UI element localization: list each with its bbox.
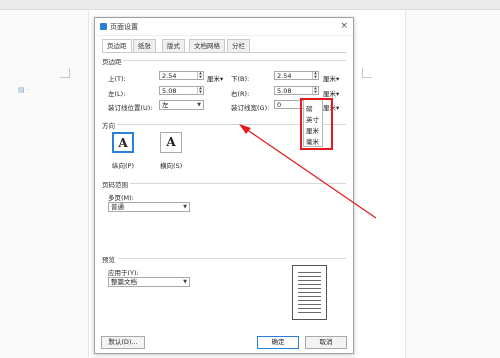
preview-line: [298, 300, 321, 301]
left-margin-value: 5.08: [162, 87, 177, 95]
apply-to-value: 整篇文档: [111, 278, 137, 286]
right-margin-label: 右(R):: [231, 90, 250, 98]
tab-margins[interactable]: 页边距: [102, 39, 132, 53]
unit-text: 厘米: [323, 90, 336, 98]
portrait-label: 纵向(P): [112, 162, 134, 170]
chevron-down-icon: ▼: [183, 204, 187, 210]
top-margin-value: 2.54: [162, 72, 177, 80]
tab-columns[interactable]: 分栏: [227, 39, 250, 52]
unit-text: 厘米: [323, 75, 336, 83]
spinner-arrows-icon[interactable]: ▲▼: [197, 86, 203, 94]
top-toolbar-strip: [0, 0, 500, 10]
margin-corner-mark-right: [362, 68, 372, 78]
chevron-down-icon: ▼: [197, 102, 201, 108]
landscape-page-icon: A: [166, 135, 176, 149]
preview-line: [298, 272, 321, 273]
dialog-title: 页面设置: [110, 23, 138, 31]
cancel-button[interactable]: 取消: [305, 336, 347, 349]
apply-to-label: 应用于(Y):: [108, 269, 139, 277]
section-divider: [118, 258, 346, 259]
close-icon[interactable]: ×: [340, 21, 348, 31]
page-preview: [292, 265, 327, 320]
landscape-option[interactable]: A: [160, 132, 182, 153]
multiple-pages-value: 普通: [111, 203, 124, 211]
top-margin-label: 上(T):: [108, 75, 126, 83]
preview-line: [298, 292, 321, 293]
portrait-option[interactable]: A: [112, 132, 134, 153]
preview-line: [298, 304, 321, 305]
preview-line: [298, 308, 321, 309]
spinner-arrows-icon[interactable]: ▲▼: [197, 71, 203, 79]
top-margin-input[interactable]: 2.54 ▲ ▼: [159, 71, 204, 80]
section-page-range: 页码范围: [102, 181, 128, 189]
preview-line: [298, 296, 321, 297]
section-margins: 页边距: [102, 58, 122, 66]
tab-doc-grid[interactable]: 文档网格: [189, 39, 225, 52]
margin-corner-mark-left: [60, 68, 70, 78]
preview-line: [298, 312, 321, 313]
default-button[interactable]: 默认(D)...: [101, 336, 145, 349]
document-icon[interactable]: ▤ ·: [18, 86, 34, 94]
spinner-arrows-icon[interactable]: ▲▼: [312, 71, 318, 79]
top-margin-unit[interactable]: 厘米▾: [207, 73, 223, 83]
section-divider: [130, 183, 346, 184]
gutter-width-value: 0: [277, 101, 282, 109]
tab-layout[interactable]: 版式: [162, 39, 185, 52]
preview-line: [298, 280, 321, 281]
multiple-pages-label: 多页(M):: [108, 194, 134, 202]
title-bar: 页面设置 ×: [95, 18, 353, 36]
portrait-page-icon: A: [118, 136, 128, 150]
gutter-width-label: 装订线宽(G):: [231, 104, 270, 112]
bottom-margin-label: 下(B):: [231, 75, 250, 83]
section-divider: [123, 60, 346, 61]
right-margin-value: 5.08: [277, 87, 292, 95]
bottom-margin-input[interactable]: 2.54 ▲ ▼: [274, 71, 319, 80]
apply-to-select[interactable]: 整篇文档 ▼: [108, 277, 190, 287]
preview-line: [298, 284, 321, 285]
section-preview: 预览: [102, 256, 115, 264]
gutter-position-value: 左: [162, 101, 169, 109]
gutter-position-select[interactable]: 左 ▼: [159, 100, 204, 110]
chevron-down-icon: ▼: [183, 279, 187, 285]
unit-text: 厘米: [207, 75, 220, 83]
page-setup-dialog: 页面设置 × 页边距 纸张 版式 文档网格 分栏 页边距 上(T): 2.54 …: [94, 17, 354, 354]
spinner-arrows-icon[interactable]: ▲▼: [312, 86, 318, 94]
bottom-margin-value: 2.54: [277, 72, 292, 80]
annotation-highlight-box: [300, 98, 333, 150]
right-margin-unit[interactable]: 厘米▾: [323, 88, 339, 98]
gutter-position-label: 装订线位置(U):: [108, 104, 153, 112]
landscape-label: 横向(S): [160, 162, 183, 170]
preview-line: [298, 276, 321, 277]
multiple-pages-select[interactable]: 普通 ▼: [108, 202, 190, 212]
app-logo-icon: [100, 23, 107, 30]
tab-paper[interactable]: 纸张: [133, 39, 156, 52]
section-orientation: 方向: [102, 122, 115, 130]
bottom-margin-unit[interactable]: 厘米▾: [323, 73, 339, 83]
right-margin-input[interactable]: 5.08 ▲ ▼: [274, 86, 319, 95]
ok-button[interactable]: 确定: [257, 336, 299, 349]
tab-divider: [102, 52, 346, 53]
left-margin-input[interactable]: 5.08 ▲ ▼: [159, 86, 204, 95]
left-margin-label: 左(L):: [108, 90, 126, 98]
preview-line: [298, 288, 321, 289]
